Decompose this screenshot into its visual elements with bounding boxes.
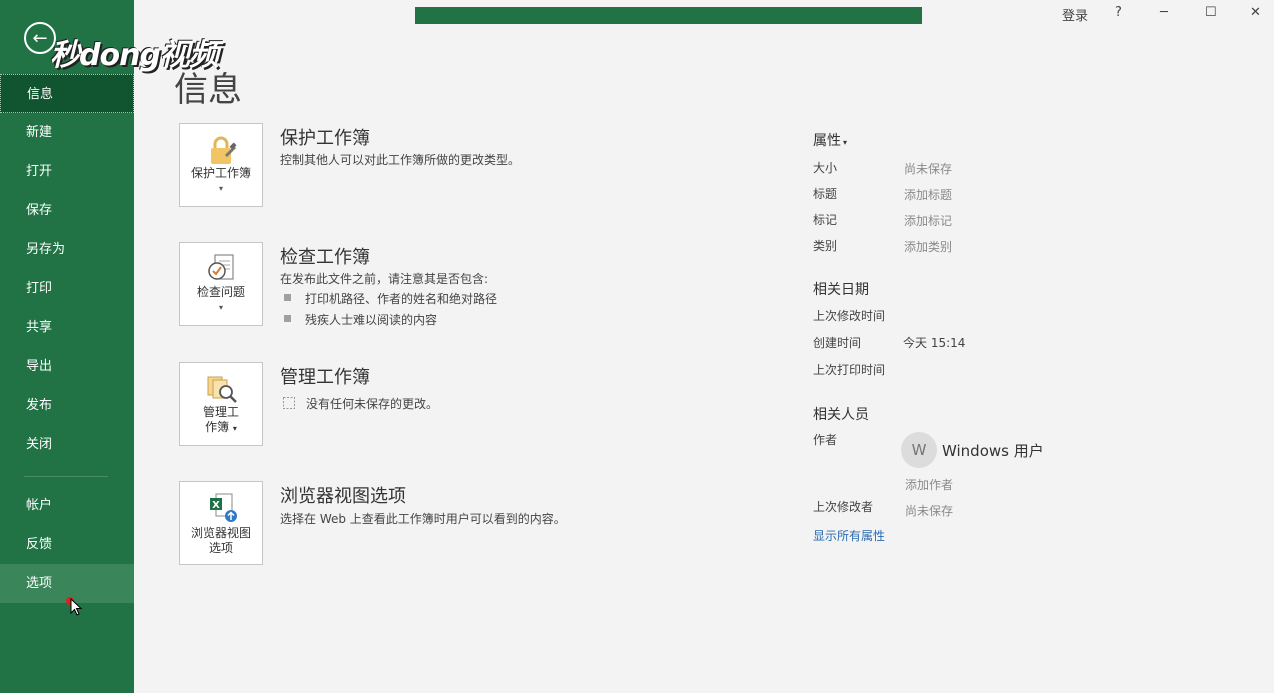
document-versions-icon [283, 397, 295, 409]
nav-item-share[interactable]: 共享 [0, 308, 134, 347]
chevron-down-icon: ▾ [218, 303, 223, 312]
section-description: 在发布此文件之前，请注意其是否包含: [280, 272, 489, 286]
title-banner [415, 7, 922, 24]
section-title: 保护工作簿 [280, 128, 370, 149]
lock-icon [211, 136, 237, 164]
section-description: 选择在 Web 上查看此工作簿时用户可以看到的内容。 [280, 512, 566, 526]
related-dates-heading: 相关日期 [813, 282, 869, 298]
nav-divider [24, 476, 108, 477]
maximize-icon[interactable]: ☐ [1205, 5, 1217, 20]
bullet-item: 打印机路径、作者的姓名和绝对路径 [305, 292, 498, 306]
tile-label-line1: 管理工 [202, 405, 239, 419]
nav-item-print[interactable]: 打印 [0, 269, 134, 308]
manage-workbook-button[interactable]: 管理工 作簿 ▾ [179, 362, 263, 446]
add-tag-field[interactable]: 添加标记 [904, 212, 952, 229]
nav-item-feedback[interactable]: 反馈 [0, 525, 134, 564]
login-link[interactable]: 登录 [1062, 5, 1088, 24]
related-people-heading: 相关人员 [813, 407, 869, 423]
chevron-down-icon: ▾ [232, 424, 237, 433]
nav-item-info[interactable]: 信息 [0, 74, 134, 113]
nav-item-account[interactable]: 帐户 [0, 486, 134, 525]
svg-text:X: X [212, 500, 220, 511]
add-title-field[interactable]: 添加标题 [904, 186, 952, 203]
backstage-sidebar: ← 秒dong视频 信息 新建 打开 保存 另存为 打印 共享 导出 发布 关闭… [0, 0, 219, 693]
nav-item-save-as[interactable]: 另存为 [0, 230, 134, 269]
property-label: 类别 [813, 239, 838, 253]
last-modified-by-label: 上次修改者 [813, 500, 874, 514]
nav-item-save[interactable]: 保存 [0, 191, 134, 230]
property-label: 大小 [813, 161, 838, 175]
excel-browser-icon: X [210, 493, 237, 522]
tile-label: 检查问题 [196, 285, 245, 299]
inspect-icon [208, 254, 234, 280]
watermark-logo: 秒dong视频 [50, 38, 219, 73]
nav-item-new[interactable]: 新建 [0, 113, 134, 152]
nav-item-publish[interactable]: 发布 [0, 386, 134, 425]
bullet-icon [284, 315, 291, 322]
browser-view-options-button[interactable]: X 浏览器视图 选项 [179, 481, 263, 565]
nav-item-open[interactable]: 打开 [0, 152, 134, 191]
created-time-value: 今天 15:14 [903, 336, 966, 350]
property-label: 标题 [813, 187, 838, 201]
tile-label: 保护工作簿 [190, 166, 251, 180]
tile-label-line2: 选项 [208, 541, 233, 555]
section-title: 管理工作簿 [280, 367, 370, 388]
avatar[interactable]: W [901, 432, 937, 468]
help-icon[interactable]: ? [1115, 5, 1122, 20]
author-label: 作者 [813, 433, 838, 447]
section-title: 检查工作簿 [280, 247, 370, 268]
date-label: 创建时间 [813, 336, 862, 350]
properties-dropdown[interactable]: 属性 ▾ [813, 130, 847, 150]
tile-label-line1: 浏览器视图 [190, 526, 251, 540]
last-modified-by-value: 尚未保存 [905, 504, 954, 518]
close-icon[interactable]: ✕ [1250, 5, 1261, 20]
date-label: 上次修改时间 [813, 309, 886, 323]
chevron-down-icon: ▾ [218, 184, 223, 193]
section-title: 浏览器视图选项 [280, 486, 406, 507]
chevron-down-icon: ▾ [843, 138, 848, 147]
tile-label-line2: 作簿 ▾ [205, 420, 237, 434]
property-label: 标记 [813, 213, 838, 227]
manage-icon [207, 376, 237, 403]
add-category-field[interactable]: 添加类别 [904, 238, 952, 255]
add-author-field[interactable]: 添加作者 [905, 476, 953, 493]
mouse-cursor-icon [70, 598, 82, 616]
nav-item-close[interactable]: 关闭 [0, 425, 134, 464]
author-name[interactable]: Windows 用户 [942, 440, 1044, 461]
show-all-properties-link[interactable]: 显示所有属性 [813, 527, 885, 544]
nav-item-export[interactable]: 导出 [0, 347, 134, 386]
protect-workbook-button[interactable]: 保护工作簿 ▾ [179, 123, 263, 207]
section-description: 控制其他人可以对此工作簿所做的更改类型。 [280, 153, 521, 167]
date-label: 上次打印时间 [813, 363, 886, 377]
bullet-item: 残疾人士难以阅读的内容 [305, 313, 438, 327]
minimize-icon[interactable]: ─ [1160, 5, 1168, 20]
section-description: 没有任何未保存的更改。 [306, 397, 439, 411]
property-value: 尚未保存 [904, 162, 953, 176]
check-issues-button[interactable]: 检查问题 ▾ [179, 242, 263, 326]
bullet-icon [284, 294, 291, 301]
